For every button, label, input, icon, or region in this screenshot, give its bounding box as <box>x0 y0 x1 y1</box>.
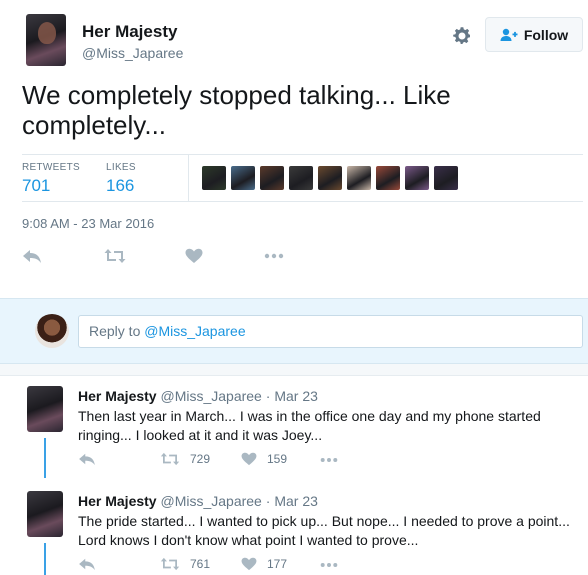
stats-divider <box>188 155 189 201</box>
tweet-timestamp[interactable]: 9:08 AM - 23 Mar 2016 <box>22 216 154 231</box>
liker-avatar[interactable] <box>347 166 371 190</box>
heart-icon <box>241 557 257 571</box>
retweet-icon[interactable] <box>104 246 126 266</box>
retweet-button[interactable]: 761 <box>160 557 210 571</box>
liker-avatar[interactable] <box>405 166 429 190</box>
current-user-avatar <box>35 314 69 348</box>
reply-header: Her Majesty @Miss_Japaree · Mar 23 <box>78 493 318 509</box>
reply-icon[interactable] <box>22 246 42 266</box>
separator-dot: · <box>265 493 271 509</box>
author-display-name[interactable]: Her Majesty <box>82 22 177 42</box>
retweet-button[interactable]: 729 <box>160 452 210 466</box>
retweets-stat[interactable]: RETWEETS 701 <box>22 162 80 196</box>
section-divider <box>0 364 588 376</box>
retweet-count: 761 <box>190 557 211 571</box>
reply-author-name[interactable]: Her Majesty <box>78 493 157 509</box>
gear-icon[interactable] <box>452 26 472 46</box>
more-icon[interactable] <box>320 562 338 568</box>
reply-input[interactable]: Reply to @Miss_Japaree <box>78 315 583 348</box>
likes-count[interactable]: 166 <box>106 176 136 196</box>
reply-actions: 729 159 <box>78 452 378 468</box>
follow-button[interactable]: Follow <box>485 17 583 52</box>
retweets-label: RETWEETS <box>22 162 80 173</box>
follow-button-label: Follow <box>523 26 569 43</box>
reply-prefix: Reply to <box>89 323 145 339</box>
reply-composer: Reply to @Miss_Japaree <box>0 298 588 364</box>
add-user-icon <box>500 28 518 42</box>
reply-date[interactable]: Mar 23 <box>274 388 318 404</box>
reply-avatar[interactable] <box>27 491 63 537</box>
like-button[interactable]: 159 <box>241 452 287 466</box>
liker-avatar[interactable] <box>202 166 226 190</box>
likers-avatars <box>202 166 458 190</box>
reply-avatar[interactable] <box>27 386 63 432</box>
reply-author-handle[interactable]: @Miss_Japaree <box>160 388 261 404</box>
reply-icon[interactable] <box>78 557 96 571</box>
tweet-text: We completely stopped talking... Like co… <box>22 80 451 140</box>
reply-header: Her Majesty @Miss_Japaree · Mar 23 <box>78 388 318 404</box>
reply-author-handle[interactable]: @Miss_Japaree <box>160 493 261 509</box>
likes-stat[interactable]: LIKES 166 <box>106 162 136 196</box>
separator-dot: · <box>265 388 271 404</box>
retweet-icon <box>160 452 180 466</box>
thread-line <box>44 438 46 478</box>
reply-text: The pride started... I wanted to pick up… <box>78 513 570 548</box>
tweet-detail: Her Majesty @Miss_Japaree Follow We comp… <box>0 0 588 298</box>
liker-avatar[interactable] <box>231 166 255 190</box>
reply-mention: @Miss_Japaree <box>144 323 246 339</box>
retweets-count[interactable]: 701 <box>22 176 80 196</box>
liker-avatar[interactable] <box>260 166 284 190</box>
heart-icon[interactable] <box>185 246 203 266</box>
reply-date[interactable]: Mar 23 <box>274 493 318 509</box>
thread-line <box>44 543 46 575</box>
likes-label: LIKES <box>106 162 136 173</box>
liker-avatar[interactable] <box>376 166 400 190</box>
like-count: 177 <box>267 557 288 571</box>
retweet-icon <box>160 557 180 571</box>
liker-avatar[interactable] <box>434 166 458 190</box>
heart-icon <box>241 452 257 466</box>
like-button[interactable]: 177 <box>241 557 287 571</box>
liker-avatar[interactable] <box>318 166 342 190</box>
reply-actions: 761 177 <box>78 557 378 573</box>
like-count: 159 <box>267 452 288 466</box>
reply-text: Then last year in March... I was in the … <box>78 408 541 443</box>
retweet-count: 729 <box>190 452 211 466</box>
tweet-stats: RETWEETS 701 LIKES 166 <box>22 154 583 202</box>
liker-avatar[interactable] <box>289 166 313 190</box>
more-icon[interactable] <box>264 246 284 266</box>
more-icon[interactable] <box>320 457 338 463</box>
reply-author-name[interactable]: Her Majesty <box>78 388 157 404</box>
author-handle[interactable]: @Miss_Japaree <box>82 45 183 61</box>
reply-icon[interactable] <box>78 452 96 466</box>
author-avatar[interactable] <box>26 14 66 66</box>
